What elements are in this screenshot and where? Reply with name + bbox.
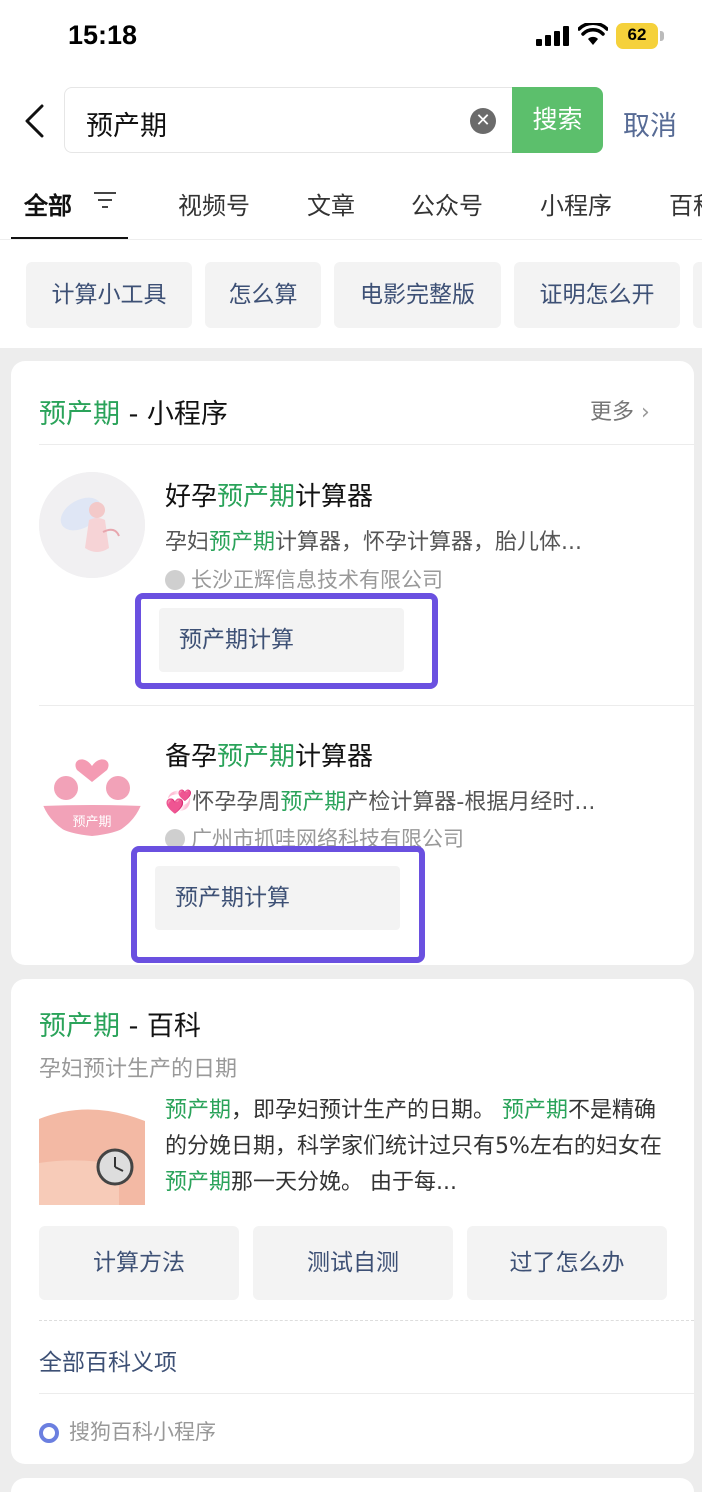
chip-certificate[interactable]: 证明怎么开 [514,262,680,328]
mini-section-title: 预产期 - 小程序 [39,399,228,430]
baike-subtitle: 孕妇预计生产的日期 [39,1057,238,1082]
divider [39,1320,694,1321]
filter-icon[interactable] [94,190,116,210]
chip-calculator-tool[interactable]: 计算小工具 [26,262,192,328]
divider [39,1393,694,1394]
battery-icon: 62 [616,23,664,49]
next-card [11,1478,694,1492]
mini-program-card: 预产期 - 小程序 更多 › 好孕预产期计算器 孕妇预产期计算器，怀孕计算器，胎… [11,361,694,965]
app-avatar-haoyun[interactable] [39,472,145,578]
app-description: 孕妇预产期计算器，怀孕计算器，胎儿体... [165,530,583,555]
tab-all[interactable]: 全部 [24,186,72,221]
search-button[interactable]: 搜索 [512,87,603,153]
baike-image [39,1099,145,1205]
avatar-label: 预产期 [72,815,111,830]
back-arrow-icon[interactable] [20,104,50,138]
highlight-box: 预产期计算 [135,593,438,689]
app-action-button[interactable]: 预产期计算 [159,608,404,672]
app-company: 长沙正辉信息技术有限公司 [165,564,443,594]
cancel-button[interactable]: 取消 [623,104,677,143]
chip-how-to-calculate[interactable]: 怎么算 [205,262,321,328]
status-bar: 15:18 62 [0,0,702,72]
divider [39,705,694,706]
baike-section-title[interactable]: 预产期 - 百科 [39,1004,201,1043]
app-name[interactable]: 备孕预产期计算器 [165,736,373,773]
chip-partial[interactable] [693,262,702,328]
divider [39,444,694,445]
cellular-signal-icon [536,26,569,46]
verified-icon [165,570,185,590]
baike-button-overdue[interactable]: 过了怎么办 [467,1226,667,1300]
app-name[interactable]: 好孕预产期计算器 [165,476,373,513]
app-description: 💞怀孕孕周预产期产检计算器-根据月经时... [165,790,596,815]
baike-summary: 预产期，即孕妇预计生产的日期。 预产期不是精确的分娩日期，科学家们统计过只有5%… [165,1098,662,1195]
status-time: 15:18 [68,20,138,50]
tab-encyclopedia[interactable]: 百科 [669,186,702,221]
sogou-icon [39,1423,59,1443]
app-action-button[interactable]: 预产期计算 [155,866,400,930]
baike-card: 预产期 - 百科 孕妇预计生产的日期 预产期，即孕妇预计生产的日期。 预产期不是… [11,979,694,1464]
tab-official-accounts[interactable]: 公众号 [411,186,483,221]
tab-mini-programs[interactable]: 小程序 [540,186,612,221]
more-link[interactable]: 更多 › [590,394,650,426]
tab-articles[interactable]: 文章 [307,186,355,221]
chip-full-movie[interactable]: 电影完整版 [334,262,501,328]
top-panel: 15:18 62 预产期 ✕ 搜索 取消 全部 视频号 文章 公众号 小程序 百… [0,0,702,348]
active-tab-indicator [11,237,128,239]
search-query[interactable]: 预产期 [86,104,167,143]
battery-level: 62 [627,25,647,44]
highlight-box: 预产期计算 [131,846,425,963]
tab-channels[interactable]: 视频号 [178,186,250,221]
clear-icon[interactable]: ✕ [470,108,496,134]
baike-button-method[interactable]: 计算方法 [39,1226,239,1300]
wifi-icon [578,23,608,45]
suggestion-chips: 计算小工具 怎么算 电影完整版 证明怎么开 [0,262,702,328]
source-label[interactable]: 搜狗百科小程序 [39,1416,216,1446]
app-avatar-beiyun[interactable]: 预产期 [39,732,145,838]
all-baike-link[interactable]: 全部百科义项 [39,1343,177,1377]
baike-button-test[interactable]: 测试自测 [253,1226,453,1300]
